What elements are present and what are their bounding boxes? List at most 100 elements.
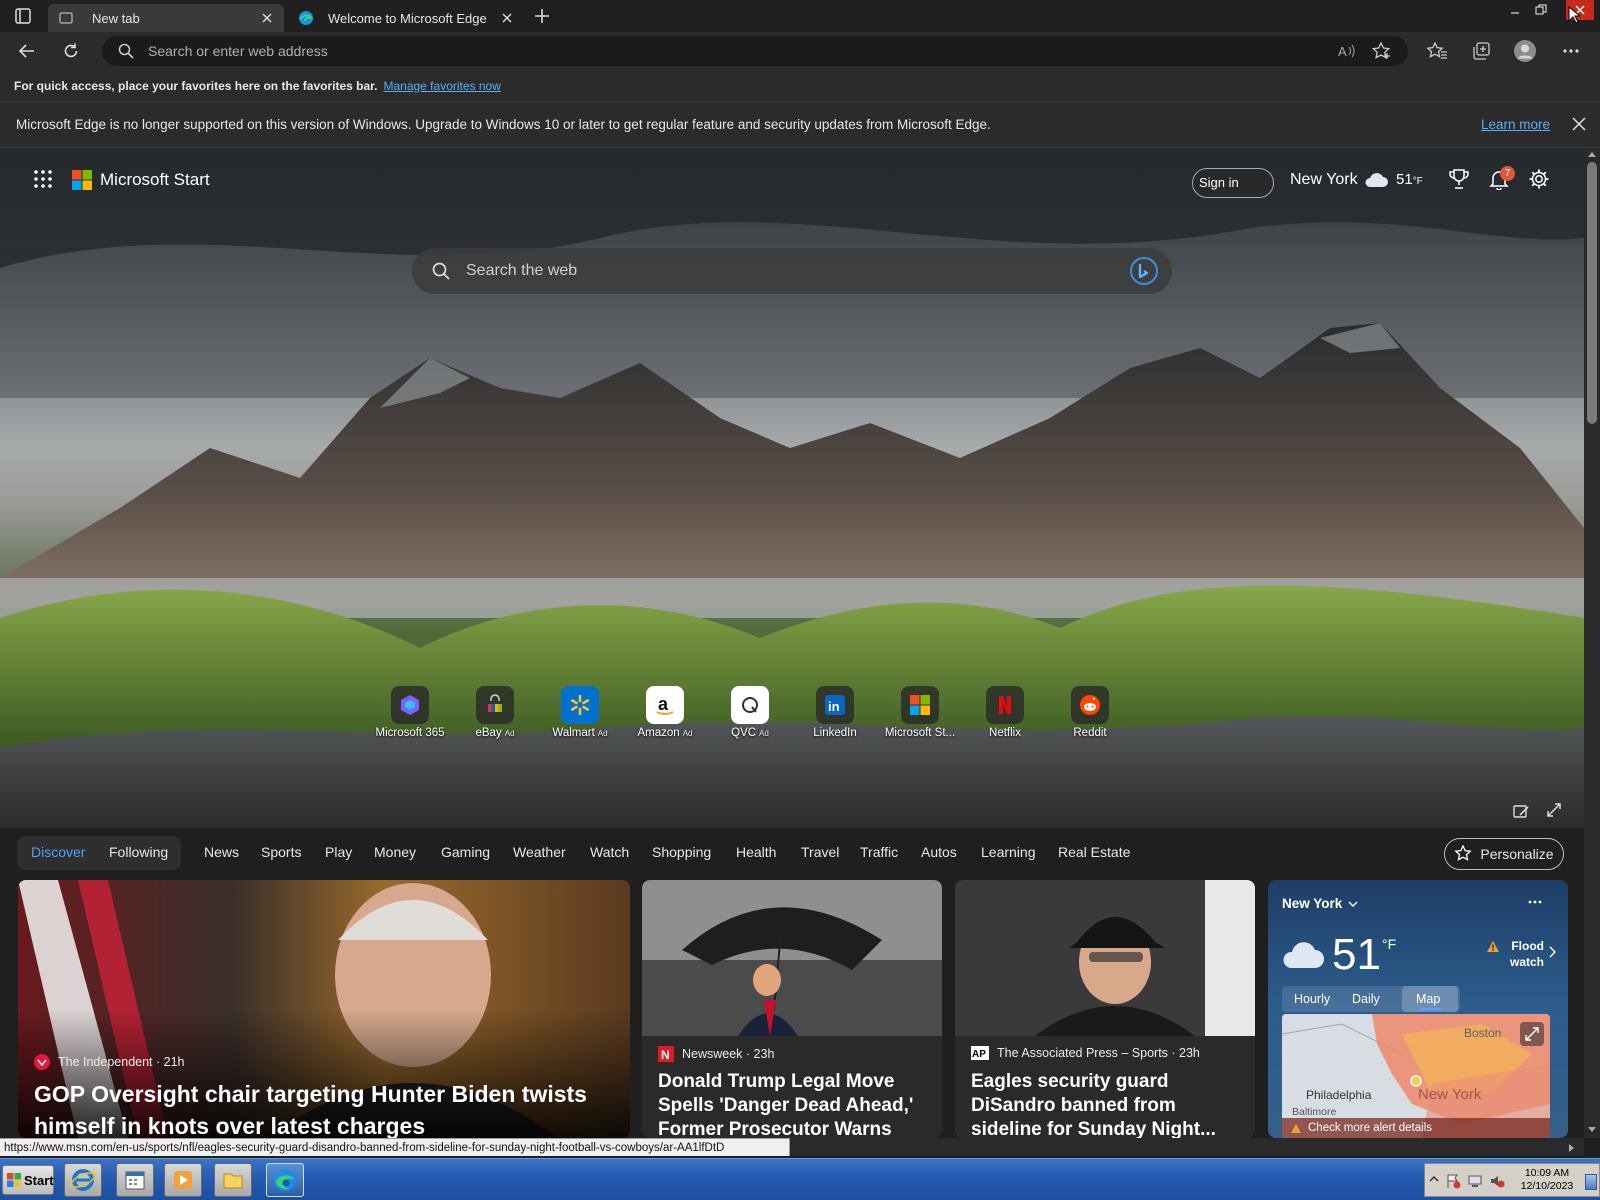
apps-grid-icon[interactable] <box>28 164 58 194</box>
rewards-trophy-icon[interactable] <box>1444 164 1474 194</box>
network-icon[interactable] <box>1467 1173 1483 1189</box>
media-player-icon[interactable] <box>164 1163 202 1197</box>
tray-expand-icon[interactable] <box>1429 1174 1439 1184</box>
restore-icon[interactable] <box>1528 0 1554 20</box>
show-desktop-button[interactable] <box>1585 1174 1597 1190</box>
tab-hourly[interactable]: Hourly <box>1294 992 1330 1006</box>
scroll-right-arrow-icon[interactable] <box>1568 1143 1576 1153</box>
quicklink-ebay[interactable]: eBay Ad <box>455 686 535 739</box>
expand-icon[interactable] <box>1546 802 1562 818</box>
weather-map[interactable]: Boston Philadelphia Baltimore New York C… <box>1282 1014 1550 1138</box>
nav-discover[interactable]: Discover <box>31 844 85 860</box>
nav-real-estate[interactable]: Real Estate <box>1058 844 1130 860</box>
flood-watch-alert[interactable]: Flood watch <box>1504 938 1544 970</box>
bing-chat-icon[interactable] <box>1130 257 1158 285</box>
tab-actions-icon[interactable] <box>14 7 32 25</box>
nav-news[interactable]: News <box>204 844 239 860</box>
quicklink-amazon[interactable]: a Amazon Ad <box>625 686 705 739</box>
scroll-down-arrow-icon[interactable] <box>1587 1126 1597 1134</box>
quicklink-linkedin[interactable]: in LinkedIn <box>795 686 875 739</box>
add-favorite-icon[interactable] <box>1372 42 1392 60</box>
horizontal-scrollbar[interactable] <box>790 1138 1584 1156</box>
new-tab-plus-icon[interactable] <box>533 7 551 25</box>
refresh-icon[interactable] <box>58 38 84 64</box>
news-card-3[interactable]: AP The Associated Press – Sports · 23h E… <box>955 880 1255 1138</box>
tab-map[interactable]: Map <box>1416 992 1440 1006</box>
chevron-right-icon[interactable] <box>1548 946 1556 958</box>
calendar-icon[interactable] <box>116 1163 154 1197</box>
weather-location[interactable]: New York <box>1290 171 1358 189</box>
close-warning-icon[interactable] <box>1572 117 1586 131</box>
header-temp[interactable]: 51°F <box>1396 171 1423 188</box>
personalize-button[interactable]: Personalize <box>1444 838 1564 870</box>
nav-shopping[interactable]: Shopping <box>652 844 711 860</box>
news-card-2[interactable]: N Newsweek · 23h Donald Trump Legal Move… <box>642 880 942 1138</box>
nav-watch[interactable]: Watch <box>590 844 629 860</box>
edit-background-icon[interactable] <box>1512 802 1530 820</box>
tab-new-tab[interactable]: New tab <box>48 4 284 32</box>
nav-health[interactable]: Health <box>736 844 776 860</box>
nav-traffic[interactable]: Traffic <box>860 844 898 860</box>
internet-explorer-icon[interactable] <box>64 1163 102 1197</box>
quicklink-reddit[interactable]: Reddit <box>1050 686 1130 739</box>
profile-avatar-icon[interactable] <box>1512 38 1538 64</box>
walmart-icon <box>561 686 599 724</box>
minimize-icon[interactable] <box>1502 0 1528 20</box>
edge-taskbar-icon[interactable] <box>266 1163 304 1197</box>
scrollbar-thumb[interactable] <box>1587 162 1597 424</box>
browser-toolbar: A <box>0 32 1600 70</box>
card-headline[interactable]: Donald Trump Legal Move Spells 'Danger D… <box>658 1070 928 1138</box>
alert-details-link[interactable]: Check more alert details <box>1282 1118 1550 1138</box>
nav-travel[interactable]: Travel <box>801 844 839 860</box>
vertical-scrollbar[interactable] <box>1584 148 1600 1138</box>
nav-money[interactable]: Money <box>374 844 416 860</box>
manage-favorites-link[interactable]: Manage favorites now <box>383 79 500 93</box>
status-url: https://www.msn.com/en-us/sports/nfl/eag… <box>0 1138 790 1156</box>
web-search-box[interactable] <box>412 248 1172 294</box>
more-menu-icon[interactable] <box>1558 38 1584 64</box>
sparkle-star-icon <box>1454 845 1473 863</box>
quicklink-microsoft365[interactable]: Microsoft 365 <box>370 686 450 739</box>
settings-gear-icon[interactable] <box>1524 164 1554 194</box>
nav-play[interactable]: Play <box>325 844 352 860</box>
quicklink-netflix[interactable]: Netflix <box>965 686 1045 739</box>
news-card-lead[interactable]: The Independent · 21h GOP Oversight chai… <box>18 880 630 1138</box>
qvc-icon <box>731 686 769 724</box>
nav-autos[interactable]: Autos <box>921 844 957 860</box>
card-headline[interactable]: GOP Oversight chair targeting Hunter Bid… <box>34 1078 614 1138</box>
volume-muted-icon[interactable] <box>1489 1173 1505 1189</box>
start-button[interactable]: Start <box>2 1165 54 1195</box>
more-options-icon[interactable] <box>1528 900 1542 904</box>
card-headline[interactable]: Eagles security guard DiSandro banned fr… <box>971 1070 1241 1138</box>
collections-icon[interactable] <box>1468 38 1494 64</box>
quicklink-microsoft-store[interactable]: Microsoft St... <box>880 686 960 739</box>
nav-weather[interactable]: Weather <box>513 844 566 860</box>
scroll-up-arrow-icon[interactable] <box>1587 150 1597 158</box>
quicklink-walmart[interactable]: Walmart Ad <box>540 686 620 739</box>
action-center-flag-icon[interactable] <box>1445 1173 1461 1189</box>
svg-text:N: N <box>661 1048 670 1062</box>
file-explorer-icon[interactable] <box>214 1163 252 1197</box>
favorites-icon[interactable] <box>1424 38 1450 64</box>
expand-map-icon[interactable] <box>1520 1022 1544 1046</box>
quicklink-qvc[interactable]: QVC Ad <box>710 686 790 739</box>
address-bar[interactable]: A <box>102 36 1408 66</box>
close-tab-icon[interactable] <box>498 9 516 27</box>
tab-daily[interactable]: Daily <box>1352 992 1380 1006</box>
learn-more-link[interactable]: Learn more <box>1481 117 1550 132</box>
weather-tabs: Hourly Daily Map <box>1282 986 1460 1012</box>
sign-in-button[interactable]: Sign in <box>1192 168 1274 198</box>
nav-gaming[interactable]: Gaming <box>441 844 490 860</box>
warning-triangle-icon <box>1290 1123 1302 1134</box>
clock[interactable]: 10:09 AM 12/10/2023 <box>1515 1167 1579 1193</box>
read-aloud-icon[interactable]: A <box>1338 43 1356 59</box>
tab-welcome[interactable]: Welcome to Microsoft Edge <box>288 4 524 32</box>
nav-learning[interactable]: Learning <box>981 844 1036 860</box>
weather-location-picker[interactable]: New York <box>1282 896 1358 911</box>
nav-following[interactable]: Following <box>109 844 168 860</box>
nav-sports[interactable]: Sports <box>261 844 301 860</box>
address-input[interactable] <box>148 36 1248 66</box>
back-icon[interactable] <box>14 38 40 64</box>
web-search-input[interactable] <box>466 248 1106 294</box>
close-tab-icon[interactable] <box>258 9 276 27</box>
